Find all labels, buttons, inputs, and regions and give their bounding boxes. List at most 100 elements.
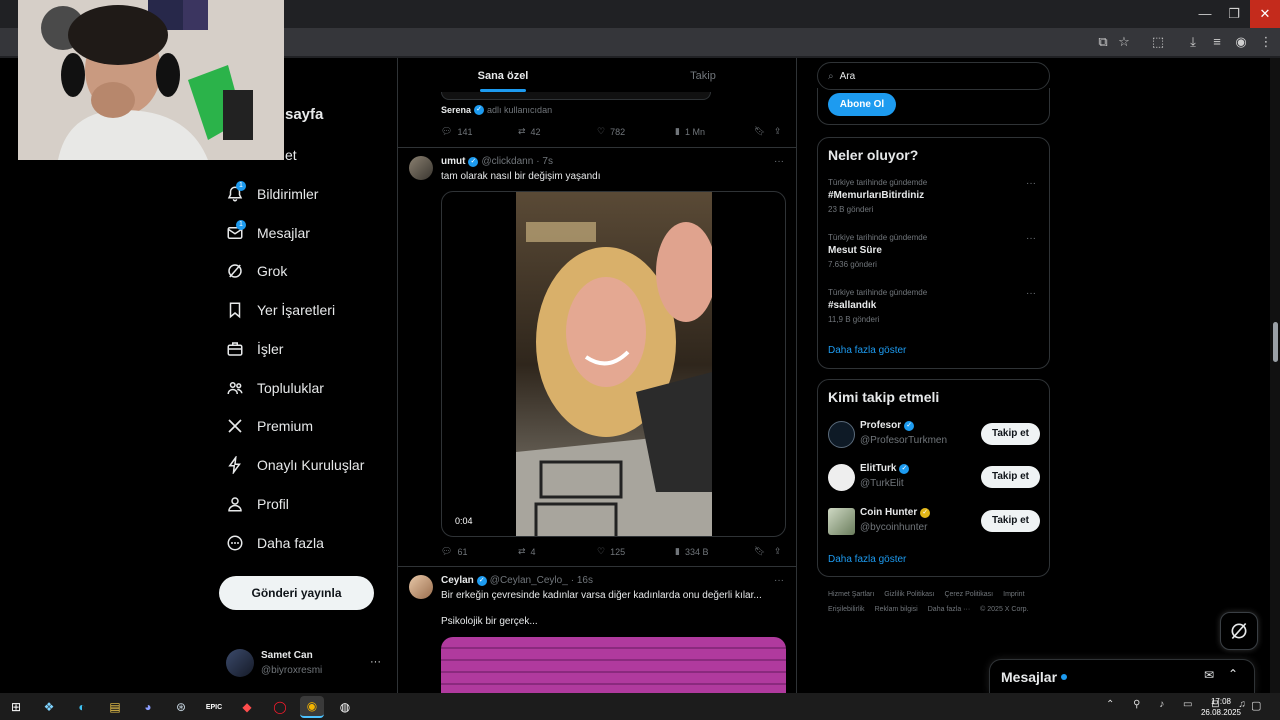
post-more-icon[interactable]: ··· xyxy=(774,575,784,586)
footer-link[interactable]: Hizmet Şartları xyxy=(828,591,874,598)
post-more-icon[interactable]: ··· xyxy=(774,156,784,167)
trends-show-more-link[interactable]: Daha fazla göster xyxy=(828,345,906,356)
search-box[interactable]: ⌕ Ara xyxy=(817,62,1050,90)
windows-start-icon[interactable]: ⊞ xyxy=(5,696,27,718)
tab-following[interactable]: Takip xyxy=(608,58,796,94)
maximize-button[interactable]: ❐ xyxy=(1219,0,1249,28)
messages-drawer[interactable]: Mesajlar ✉ ⌃ xyxy=(989,659,1255,693)
follow-name[interactable]: Profesor xyxy=(860,420,901,431)
nav-item-grok[interactable]: Grok xyxy=(222,254,287,288)
nav-item-premium[interactable]: Premium xyxy=(222,409,313,443)
grok-float-button[interactable] xyxy=(1220,612,1258,650)
nav-label-profile: Profil xyxy=(257,496,289,512)
account-menu-icon[interactable]: ··· xyxy=(370,656,381,668)
notification-center-icon[interactable]: ▢ xyxy=(1251,699,1261,712)
nav-item-notifications[interactable]: 1 Bildirimler xyxy=(222,177,318,211)
share-icon[interactable]: ⇪ xyxy=(774,546,782,557)
follow-name-row: Coin Hunter ✓ xyxy=(860,507,931,518)
nav-item-bookmarks[interactable]: Yer İşaretleri xyxy=(222,293,335,327)
reply-button[interactable]: 💬︎ 61 xyxy=(441,546,467,557)
profile-icon[interactable]: ◉ xyxy=(1232,33,1250,51)
discord-icon[interactable]: ◕ xyxy=(137,696,159,718)
footer-link[interactable]: Imprint xyxy=(1003,591,1024,598)
nav-item-jobs[interactable]: İşler xyxy=(222,332,283,366)
follow-avatar[interactable] xyxy=(828,508,855,535)
nav-item-more[interactable]: Daha fazla xyxy=(222,526,324,560)
views-button[interactable]: ▮ 334 B xyxy=(675,546,708,557)
post-avatar[interactable] xyxy=(409,575,433,599)
video-player[interactable]: 0:04 xyxy=(441,191,786,537)
prev-reply-button[interactable]: 💬︎ 141 xyxy=(441,126,472,137)
footer-link[interactable]: Gizlilik Politikası xyxy=(884,591,934,598)
trend-more-icon[interactable]: ··· xyxy=(1026,288,1036,299)
file-explorer-icon[interactable]: ▤ xyxy=(104,696,126,718)
subscribe-button[interactable]: Abone Ol xyxy=(828,93,896,116)
bookmark-icon xyxy=(222,297,248,323)
bookmark-icon[interactable]: 🔖︎ xyxy=(754,546,765,557)
post-author-handle[interactable]: @Ceylan_Ceylo_ xyxy=(490,575,568,586)
app-red-icon[interactable]: ◆ xyxy=(236,696,258,718)
page-scrollbar[interactable] xyxy=(1270,58,1280,693)
prev-repost-button[interactable]: ⇄ 42 xyxy=(518,126,541,137)
follow-avatar[interactable] xyxy=(828,421,855,448)
download-icon[interactable]: ⤓ xyxy=(1184,33,1202,51)
follow-button[interactable]: Takip et xyxy=(981,423,1040,445)
follow-name[interactable]: ElitTurk xyxy=(860,463,896,474)
follow-show-more-link[interactable]: Daha fazla göster xyxy=(828,554,906,565)
follow-name[interactable]: Coin Hunter xyxy=(860,507,917,518)
close-button[interactable]: ✕ xyxy=(1250,0,1280,28)
steam-icon[interactable]: ⊛ xyxy=(170,696,192,718)
trend-more-icon[interactable]: ··· xyxy=(1026,233,1036,244)
nav-explore-label[interactable]: et xyxy=(285,147,297,163)
nav-item-communities[interactable]: Topluluklar xyxy=(222,371,324,405)
trend-item[interactable]: Türkiye tarihinde gündemde #MemurlarıBit… xyxy=(828,178,927,214)
screen-cast-icon[interactable]: ⧉ xyxy=(1094,33,1112,51)
nav-item-verified-orgs[interactable]: Onaylı Kuruluşlar xyxy=(222,448,364,482)
prev-views-button[interactable]: ▮ 1 Mn xyxy=(675,126,705,137)
follow-avatar[interactable] xyxy=(828,464,855,491)
browser-menu-icon[interactable]: ⋮ xyxy=(1257,33,1275,51)
chrome-icon[interactable]: ◉ xyxy=(300,696,324,718)
post-avatar[interactable] xyxy=(409,156,433,180)
reply-count: 141 xyxy=(457,126,473,137)
trend-count: 11,9 B gönderi xyxy=(828,315,880,324)
prev-share-icon[interactable]: ⇪ xyxy=(774,126,782,137)
trend-item[interactable]: Türkiye tarihinde gündemde #sallandık 11… xyxy=(828,288,927,324)
obs-icon[interactable]: ◍ xyxy=(334,696,356,718)
opera-icon[interactable]: ◯ xyxy=(269,696,291,718)
post-author-name[interactable]: Ceylan xyxy=(441,575,474,586)
prev-bookmark-icon[interactable]: 🔖︎ xyxy=(754,126,765,137)
like-button[interactable]: ♡ 125 xyxy=(597,546,625,557)
edge-icon[interactable]: ◐ xyxy=(71,696,93,718)
trend-item[interactable]: Türkiye tarihinde gündemde Mesut Süre 7.… xyxy=(828,233,927,269)
post-image[interactable] xyxy=(441,637,786,693)
follow-button[interactable]: Takip et xyxy=(981,466,1040,488)
search-input[interactable]: Ara xyxy=(840,71,856,82)
account-avatar[interactable] xyxy=(226,649,254,677)
nav-home-label[interactable]: sayfa xyxy=(285,106,323,123)
footer-link[interactable]: Reklam bilgisi xyxy=(875,606,918,613)
nav-item-messages[interactable]: 1 Mesajlar xyxy=(222,216,310,250)
epic-games-icon[interactable]: EPIC xyxy=(203,696,225,718)
post-author-handle[interactable]: @clickdann xyxy=(481,156,533,167)
footer-link[interactable]: Daha fazla ··· xyxy=(928,606,970,613)
footer-link[interactable]: Çerez Politikası xyxy=(944,591,993,598)
copilot-icon[interactable]: ❖ xyxy=(38,696,60,718)
footer-link[interactable]: Erişilebilirlik xyxy=(828,606,865,613)
repost-button[interactable]: ⇄ 4 xyxy=(518,546,536,557)
scrollbar-thumb[interactable] xyxy=(1273,322,1278,362)
new-message-icon[interactable]: ✉ xyxy=(1204,668,1214,682)
bookmark-star-icon[interactable]: ☆ xyxy=(1115,33,1133,51)
post-button[interactable]: Gönderi yayınla xyxy=(219,576,374,610)
expand-icon[interactable]: ⌃ xyxy=(1228,667,1238,681)
reading-list-icon[interactable]: ≡ xyxy=(1208,33,1226,51)
trends-card: Neler oluyor? Türkiye tarihinde gündemde… xyxy=(817,137,1050,369)
follow-button[interactable]: Takip et xyxy=(981,510,1040,532)
clock[interactable]: 17:08 26.08.2025 xyxy=(1200,696,1242,718)
extensions-icon[interactable]: ⬚ xyxy=(1149,33,1167,51)
trend-more-icon[interactable]: ··· xyxy=(1026,178,1036,189)
minimize-button[interactable]: — xyxy=(1190,0,1220,28)
prev-like-button[interactable]: ♡ 782 xyxy=(597,126,625,137)
nav-item-profile[interactable]: Profil xyxy=(222,487,289,521)
post-author-name[interactable]: umut xyxy=(441,156,465,167)
